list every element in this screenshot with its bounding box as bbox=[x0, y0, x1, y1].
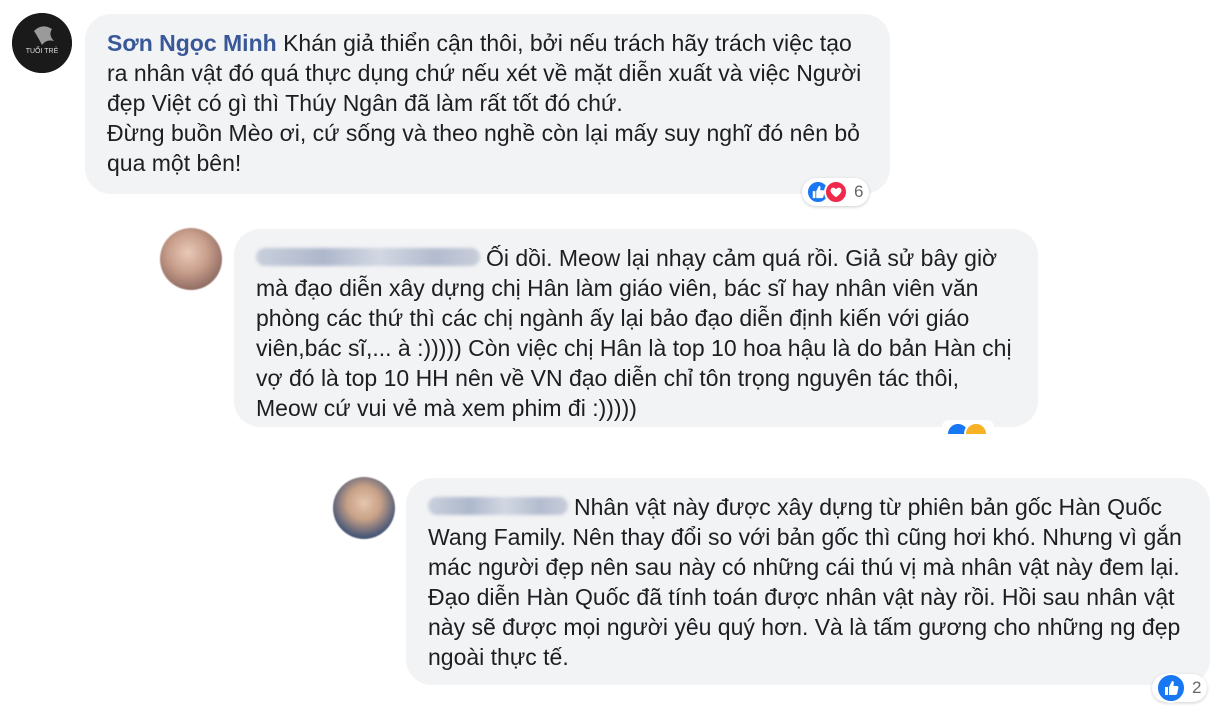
love-icon bbox=[824, 180, 848, 204]
tuoi-tre-logo: TUỔI TRẺ bbox=[12, 13, 72, 73]
comment-bubble: Ối dồi. Meow lại nhạy cảm quá rồi. Giả s… bbox=[234, 229, 1038, 427]
like-icon bbox=[1156, 673, 1186, 703]
avatar[interactable] bbox=[333, 477, 395, 539]
reaction-summary[interactable]: 2 bbox=[1152, 673, 1208, 703]
comment-text: Nhân vật này được xây dựng từ phiên bản … bbox=[428, 494, 1182, 670]
comment-bubble: Sơn Ngọc Minh Khán giả thiển cận thôi, b… bbox=[85, 14, 890, 194]
avatar-logo-text: TUỔI TRẺ bbox=[26, 46, 59, 55]
reaction-count: 6 bbox=[854, 182, 864, 201]
avatar[interactable] bbox=[160, 228, 222, 290]
reaction-summary[interactable] bbox=[942, 420, 994, 434]
comment-author[interactable]: Sơn Ngọc Minh bbox=[107, 30, 277, 56]
blurred-author-name[interactable] bbox=[428, 496, 568, 515]
blurred-author-name[interactable] bbox=[256, 247, 480, 266]
haha-icon bbox=[964, 422, 988, 434]
comment-text: Ối dồi. Meow lại nhạy cảm quá rồi. Giả s… bbox=[256, 245, 1012, 421]
reaction-count: 2 bbox=[1192, 678, 1202, 697]
comment-text: Đừng buồn Mèo ơi, cứ sống và theo nghề c… bbox=[107, 120, 860, 176]
avatar[interactable]: TUỔI TRẺ bbox=[12, 13, 72, 73]
reaction-summary[interactable]: 6 bbox=[802, 178, 870, 206]
comment-bubble: Nhân vật này được xây dựng từ phiên bản … bbox=[406, 478, 1210, 685]
